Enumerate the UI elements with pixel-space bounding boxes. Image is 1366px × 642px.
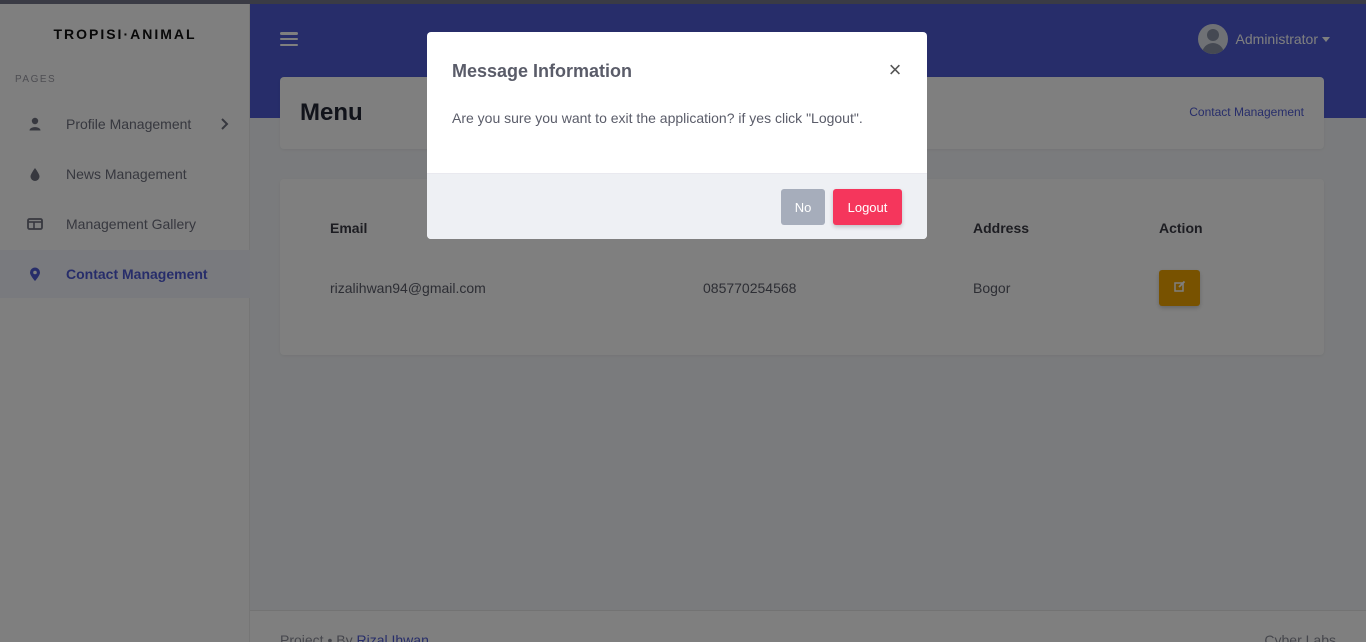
logout-modal: Message Information × Are you sure you w… bbox=[427, 32, 927, 239]
modal-title: Message Information bbox=[452, 61, 633, 81]
modal-footer: No Logout bbox=[427, 173, 927, 239]
modal-message: Are you sure you want to exit the applic… bbox=[452, 110, 863, 126]
logout-button[interactable]: Logout bbox=[833, 189, 902, 225]
close-icon[interactable]: × bbox=[886, 59, 904, 81]
no-button[interactable]: No bbox=[781, 189, 825, 225]
